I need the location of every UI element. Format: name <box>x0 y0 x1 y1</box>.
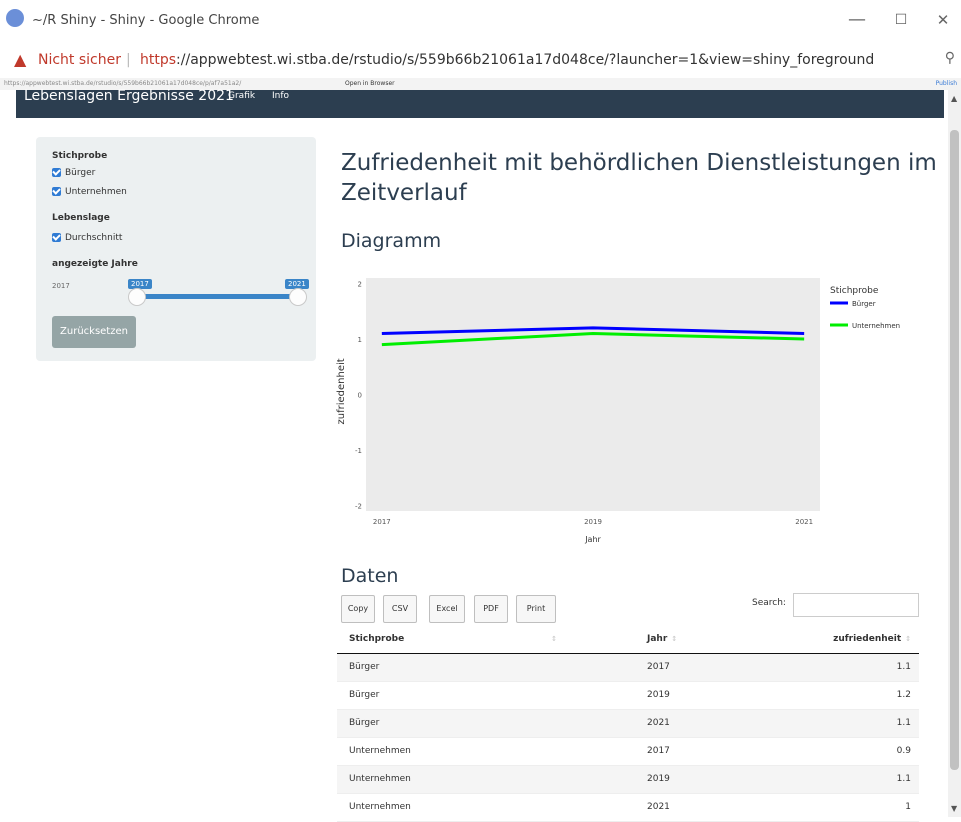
open-in-browser-button[interactable]: Open in Browser <box>345 78 395 90</box>
chart-heading: Diagramm <box>341 230 442 252</box>
navbar-brand[interactable]: Lebenslagen Ergebnisse 2021 <box>24 88 234 104</box>
cell-zufriedenheit: 1.1 <box>896 774 911 784</box>
chart-legend-title: Stichprobe <box>830 286 879 296</box>
cell-jahr: 2017 <box>647 662 670 672</box>
table-header-row: Stichprobe ↕ Jahr ↕ zufriedenheit ↕ <box>337 625 919 654</box>
legend-label: Unternehmen <box>852 322 900 330</box>
copy-button[interactable]: Copy <box>341 595 375 623</box>
chart-panel <box>366 278 820 511</box>
table-row[interactable]: Unternehmen 2019 1.1 <box>337 766 919 794</box>
reset-button[interactable]: Zurücksetzen <box>52 316 136 348</box>
close-button[interactable]: ✕ <box>928 8 958 32</box>
cell-stichprobe: Bürger <box>349 662 380 672</box>
year-range-slider-track[interactable] <box>135 294 299 299</box>
cell-zufriedenheit: 1.1 <box>896 662 911 672</box>
cell-stichprobe: Bürger <box>349 690 380 700</box>
cell-stichprobe: Unternehmen <box>349 746 411 756</box>
search-label: Search: <box>752 598 786 608</box>
maximize-button[interactable]: ☐ <box>886 8 916 32</box>
checkbox-buerger-label: Bürger <box>65 168 96 178</box>
print-button[interactable]: Print <box>516 595 556 623</box>
column-header-label: zufriedenheit <box>833 634 902 644</box>
chart-y-axis-label: zufriedenheit <box>336 358 347 424</box>
line-chart: -2-1012 2017 2019 2021 zufriedenheit Jahr … <box>336 278 900 544</box>
slider-to-handle[interactable] <box>289 288 307 306</box>
checkbox-buerger[interactable]: Bürger <box>52 167 95 179</box>
address-separator: | <box>126 52 131 68</box>
warning-icon: ▲ <box>14 50 27 69</box>
column-header-label: Jahr <box>647 634 668 644</box>
rstudio-icon <box>6 9 24 27</box>
table-row[interactable]: Unternehmen 2017 0.9 <box>337 738 919 766</box>
scroll-down-icon[interactable]: ▼ <box>951 804 957 813</box>
data-table: Stichprobe ↕ Jahr ↕ zufriedenheit ↕ Bürger… <box>337 625 919 822</box>
y-tick-label: 2 <box>358 281 362 289</box>
sort-icon[interactable]: ↕ <box>551 635 557 643</box>
y-tick-label: -1 <box>355 447 362 455</box>
data-heading: Daten <box>341 565 399 587</box>
column-header-label: Stichprobe <box>349 634 405 644</box>
app-navbar: Lebenslagen Ergebnisse 2021 Grafik Info <box>16 88 944 118</box>
scroll-up-icon[interactable]: ▲ <box>951 94 957 103</box>
page-title: Zufriedenheit mit behördlichen Dienstlei… <box>341 150 937 206</box>
slider-from-handle[interactable] <box>128 288 146 306</box>
cell-zufriedenheit: 1.1 <box>896 718 911 728</box>
checkbox-checked-icon[interactable] <box>52 187 61 196</box>
slider-min-label: 2017 <box>52 282 70 290</box>
sort-icon[interactable]: ↕ <box>671 635 677 643</box>
column-header-jahr[interactable]: Jahr ↕ <box>647 625 677 653</box>
tab-info[interactable]: Info <box>272 91 289 101</box>
checkbox-unternehmen-label: Unternehmen <box>65 187 127 197</box>
excel-button[interactable]: Excel <box>429 595 465 623</box>
tab-grafik[interactable]: Grafik <box>228 91 255 101</box>
cell-stichprobe: Bürger <box>349 718 380 728</box>
cell-zufriedenheit: 1.2 <box>896 690 911 700</box>
minimize-button[interactable]: — <box>842 8 872 32</box>
cell-jahr: 2017 <box>647 746 670 756</box>
sort-icon[interactable]: ↕ <box>905 635 911 643</box>
column-header-zufriedenheit[interactable]: zufriedenheit ↕ <box>833 625 911 653</box>
url-path: ://appwebtest.wi.stba.de/rstudio/s/559b6… <box>176 52 875 68</box>
checkbox-checked-icon[interactable] <box>52 233 61 242</box>
not-secure-label[interactable]: Nicht sicher <box>38 52 121 68</box>
checkbox-durchschnitt[interactable]: Durchschnitt <box>52 232 122 244</box>
chart-x-axis-label: Jahr <box>584 535 601 544</box>
window-title: ~/R Shiny - Shiny - Google Chrome <box>32 13 260 28</box>
table-row[interactable]: Bürger 2017 1.1 <box>337 654 919 682</box>
y-tick-label: 0 <box>358 392 362 400</box>
x-tick-label: 2017 <box>373 518 391 526</box>
scrollbar-thumb[interactable] <box>950 130 959 770</box>
search-input[interactable] <box>793 593 919 617</box>
x-tick-label: 2019 <box>584 518 602 526</box>
cell-stichprobe: Unternehmen <box>349 774 411 784</box>
page-scrollbar[interactable]: ▲ ▼ <box>948 90 961 817</box>
table-row[interactable]: Bürger 2021 1.1 <box>337 710 919 738</box>
y-tick-label: -2 <box>355 502 362 510</box>
publish-button[interactable]: Publish <box>936 78 957 90</box>
checkbox-unternehmen[interactable]: Unternehmen <box>52 186 127 198</box>
checkbox-checked-icon[interactable] <box>52 168 61 177</box>
cell-jahr: 2021 <box>647 718 670 728</box>
cell-jahr: 2019 <box>647 774 670 784</box>
cell-zufriedenheit: 0.9 <box>896 746 911 756</box>
pdf-button[interactable]: PDF <box>474 595 508 623</box>
zoom-icon[interactable]: ⚲ <box>945 50 955 66</box>
checkbox-durchschnitt-label: Durchschnitt <box>65 233 123 243</box>
window-titlebar: ~/R Shiny - Shiny - Google Chrome — ☐ ✕ <box>0 0 961 42</box>
csv-button[interactable]: CSV <box>383 595 417 623</box>
column-header-stichprobe[interactable]: Stichprobe <box>349 625 404 653</box>
url-text[interactable]: https://appwebtest.wi.stba.de/rstudio/s/… <box>140 52 874 68</box>
stichprobe-label: Stichprobe <box>52 151 108 161</box>
cell-jahr: 2019 <box>647 690 670 700</box>
x-tick-label: 2021 <box>795 518 813 526</box>
url-protocol: https <box>140 52 177 68</box>
address-bar[interactable]: ▲ Nicht sicher | https://appwebtest.wi.s… <box>0 42 961 78</box>
table-row[interactable]: Bürger 2019 1.2 <box>337 682 919 710</box>
table-row[interactable]: Unternehmen 2021 1 <box>337 794 919 822</box>
legend-label: Bürger <box>852 300 876 308</box>
lebenslage-label: Lebenslage <box>52 213 110 223</box>
y-tick-label: 1 <box>358 336 362 344</box>
years-label: angezeigte Jahre <box>52 259 138 269</box>
